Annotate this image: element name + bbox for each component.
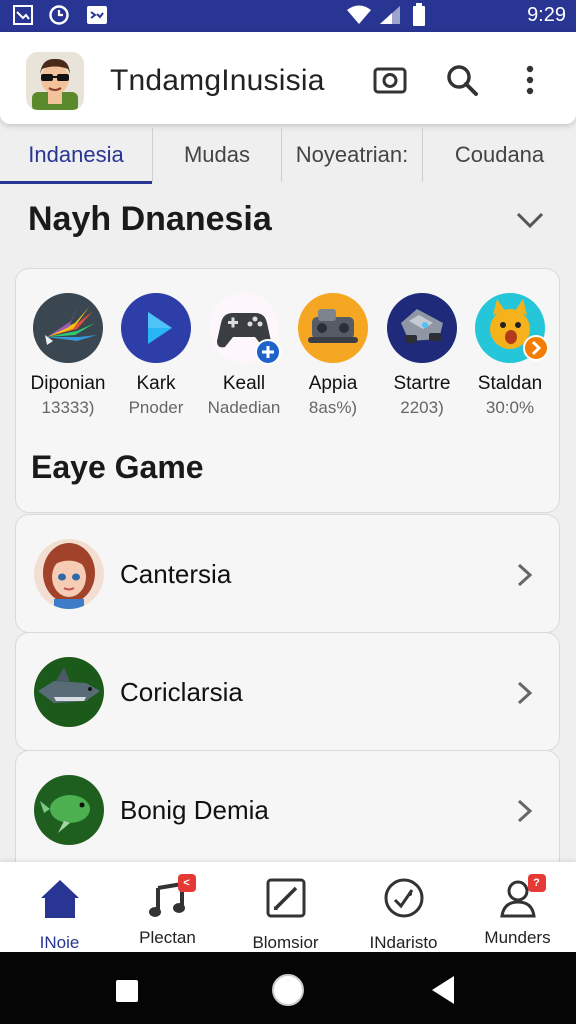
game-sub: Nadedian [207, 398, 281, 417]
game-item[interactable]: Kark Pnoder [112, 293, 200, 418]
tab-label: Coudana [454, 142, 545, 167]
tab-bar: Indanesia Mudas Noyeatrian: Coudana [0, 126, 576, 184]
recents-button[interactable] [114, 978, 140, 1004]
chevron-right-icon [517, 563, 533, 587]
nav-item-munders[interactable]: ? Munders [460, 862, 575, 952]
chevron-down-icon[interactable] [514, 206, 546, 234]
chevron-right-icon [517, 681, 533, 705]
game-sub: 13333) [41, 398, 95, 417]
tab-noyeatrian[interactable]: Noyeatrian: [282, 126, 422, 184]
game-sub: 2203) [400, 398, 444, 417]
clock-icon [49, 5, 69, 25]
girl-avatar-icon [34, 539, 104, 609]
games-card: Diponian 13333) Kark Pnoder Keall Nadedi… [15, 268, 560, 513]
game-name: Startre [393, 373, 451, 394]
music-note-icon: < [146, 874, 196, 920]
tab-label: Indanesia [28, 142, 124, 167]
status-bar: 9:29 [0, 0, 576, 32]
wifi-icon [347, 5, 371, 24]
list-item[interactable]: Cantersia [15, 514, 560, 633]
nav-label: Blomsior [252, 933, 319, 952]
game-sub: 30:0% [485, 398, 535, 417]
bird-avatar-icon [34, 775, 104, 845]
game-sub: 8as%) [308, 398, 358, 417]
nav-label: INoie [39, 933, 80, 952]
game-name: Diponian [30, 373, 106, 394]
game-item[interactable]: Diponian 13333) [24, 293, 112, 418]
signal-icon [380, 6, 400, 24]
more-vert-icon[interactable] [512, 62, 548, 98]
list-item[interactable]: Bonig Demia [15, 750, 560, 880]
smiley-check-icon [384, 878, 423, 918]
tab-label: Mudas [183, 142, 251, 167]
app-title: TndamgInusisia [110, 64, 325, 97]
chevron-right-icon [517, 799, 533, 823]
shark-avatar-icon [34, 657, 104, 727]
tab-indanesia[interactable]: Indanesia [0, 126, 152, 184]
list-item-label: Bonig Demia [120, 795, 269, 825]
person-icon: ? [496, 874, 546, 920]
status-time: 9:29 [527, 4, 566, 26]
list-item-label: Coriclarsia [120, 677, 243, 707]
tab-label: Noyeatrian: [295, 142, 409, 167]
nav-item-home[interactable]: INoie [2, 862, 117, 952]
console-icon [298, 293, 368, 363]
nav-item-plectan[interactable]: < Plectan [110, 862, 225, 952]
battery-icon [413, 3, 425, 26]
tab-coudana[interactable]: Coudana [423, 126, 576, 184]
search-icon[interactable] [444, 62, 480, 98]
list-item[interactable]: Coriclarsia [15, 632, 560, 751]
tab-active-indicator [0, 181, 152, 184]
screenshot-icon [13, 5, 33, 25]
edit-square-icon [266, 878, 305, 918]
section-title: Nayh Dnanesia [28, 200, 272, 238]
app-bar: TndamgInusisia [0, 32, 576, 124]
tab-mudas[interactable]: Mudas [153, 126, 281, 184]
game-sub: Pnoder [128, 398, 184, 417]
game-name: Staldan [477, 373, 543, 394]
nav-item-blomsior[interactable]: Blomsior [228, 862, 343, 952]
game-item[interactable]: Staldan 30:0% [466, 293, 554, 418]
gamepad-icon [209, 293, 281, 365]
nav-label: Munders [484, 928, 551, 947]
notification-badge: ? [527, 874, 546, 892]
nav-item-indaristo[interactable]: INdaristo [346, 862, 461, 952]
game-name: Appia [308, 373, 358, 394]
add-badge-icon [255, 339, 281, 365]
card-subtitle: Eaye Game [31, 449, 204, 485]
home-button[interactable] [270, 972, 306, 1008]
back-button[interactable] [428, 974, 458, 1006]
fox-mascot-icon [475, 293, 549, 363]
nav-label: INdaristo [369, 933, 438, 952]
usb-icon [87, 6, 107, 24]
camera-icon[interactable] [372, 62, 408, 98]
game-item[interactable]: Appia 8as%) [289, 293, 377, 418]
list-item-label: Cantersia [120, 559, 232, 589]
game-name: Kark [136, 373, 176, 394]
game-item[interactable]: Keall Nadedian [200, 293, 288, 418]
game-item[interactable]: Startre 2203) [378, 293, 466, 418]
app-avatar-icon[interactable] [26, 52, 84, 110]
robot-car-icon [387, 293, 457, 363]
play-icon [121, 293, 191, 363]
notification-badge: < [177, 874, 196, 892]
arrow-badge-icon [523, 335, 549, 361]
home-icon [40, 880, 79, 918]
arrows-burst-icon [33, 293, 103, 363]
game-name: Keall [222, 373, 266, 394]
system-nav-bar [0, 952, 576, 1024]
nav-label: Plectan [139, 928, 196, 947]
bottom-nav: INoie < Plectan Blomsior INdaristo ? Mun… [0, 862, 576, 952]
